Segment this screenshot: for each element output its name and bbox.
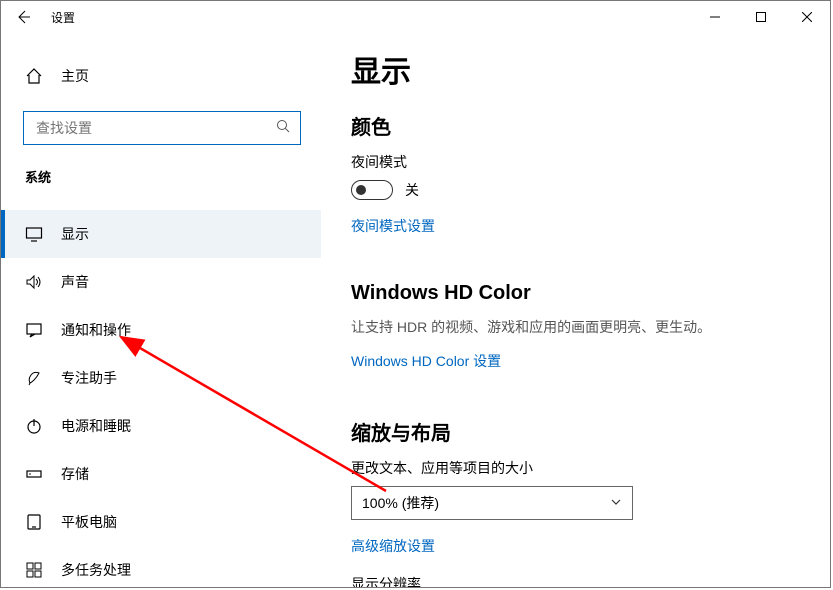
scale-selected-value: 100% (推荐) (362, 493, 439, 513)
nav-list: 显示 声音 通知和操作 (1, 210, 321, 588)
page-title: 显示 (351, 47, 830, 91)
search-icon (276, 119, 290, 138)
maximize-icon (756, 12, 766, 22)
resolution-label-cut: 显示分辨率 (351, 574, 830, 587)
minimize-button[interactable] (692, 1, 738, 33)
sidebar-item-focus-assist[interactable]: 专注助手 (1, 354, 321, 402)
toggle-knob (356, 185, 366, 195)
main-content: 显示 颜色 夜间模式 关 夜间模式设置 Windows HD Color 让支持… (321, 33, 830, 587)
night-light-settings-link[interactable]: 夜间模式设置 (351, 216, 435, 236)
home-label: 主页 (61, 66, 89, 86)
section-title-hdcolor: Windows HD Color (351, 282, 830, 305)
sidebar-item-storage[interactable]: 存储 (1, 450, 321, 498)
sidebar-item-display[interactable]: 显示 (1, 210, 321, 258)
sidebar-item-label: 声音 (61, 272, 89, 292)
sidebar-item-label: 通知和操作 (61, 320, 131, 340)
tablet-icon (25, 513, 43, 531)
power-icon (25, 417, 43, 435)
maximize-button[interactable] (738, 1, 784, 33)
close-icon (802, 12, 812, 22)
monitor-icon (25, 225, 43, 243)
chevron-down-icon (610, 495, 622, 511)
sidebar-item-label: 显示 (61, 224, 89, 244)
sidebar-item-tablet[interactable]: 平板电脑 (1, 498, 321, 546)
sidebar-item-label: 电源和睡眠 (61, 416, 131, 436)
search-input[interactable] (34, 119, 276, 137)
category-label: 系统 (1, 167, 321, 186)
sidebar-item-label: 多任务处理 (61, 560, 131, 580)
focus-assist-icon (25, 369, 43, 387)
window-title: 设置 (51, 9, 75, 26)
sidebar: 主页 系统 显示 (1, 33, 321, 587)
hdcolor-description: 让支持 HDR 的视频、游戏和应用的画面更明亮、更生动。 (351, 317, 830, 337)
back-button[interactable] (1, 1, 45, 33)
sidebar-item-label: 平板电脑 (61, 512, 117, 532)
notification-icon (25, 321, 43, 339)
sound-icon (25, 273, 43, 291)
title-bar: 设置 (1, 1, 830, 33)
night-light-label: 夜间模式 (351, 152, 830, 172)
sidebar-item-multitasking[interactable]: 多任务处理 (1, 546, 321, 588)
storage-icon (25, 465, 43, 483)
sidebar-item-label: 存储 (61, 464, 89, 484)
search-box[interactable] (23, 111, 301, 145)
multitask-icon (25, 561, 43, 579)
sidebar-item-power[interactable]: 电源和睡眠 (1, 402, 321, 450)
scale-select[interactable]: 100% (推荐) (351, 486, 633, 520)
section-title-scale: 缩放与布局 (351, 417, 830, 446)
sidebar-item-notifications[interactable]: 通知和操作 (1, 306, 321, 354)
back-arrow-icon (15, 9, 31, 25)
section-title-color: 颜色 (351, 111, 830, 140)
minimize-icon (710, 12, 720, 22)
close-button[interactable] (784, 1, 830, 33)
home-icon (25, 67, 43, 85)
home-button[interactable]: 主页 (1, 57, 321, 95)
sidebar-item-label: 专注助手 (61, 368, 117, 388)
scale-field-label: 更改文本、应用等项目的大小 (351, 458, 830, 478)
hdcolor-settings-link[interactable]: Windows HD Color 设置 (351, 351, 501, 371)
sidebar-item-sound[interactable]: 声音 (1, 258, 321, 306)
advanced-scale-link[interactable]: 高级缩放设置 (351, 536, 435, 556)
night-light-toggle[interactable] (351, 180, 393, 200)
night-light-state: 关 (405, 180, 419, 200)
